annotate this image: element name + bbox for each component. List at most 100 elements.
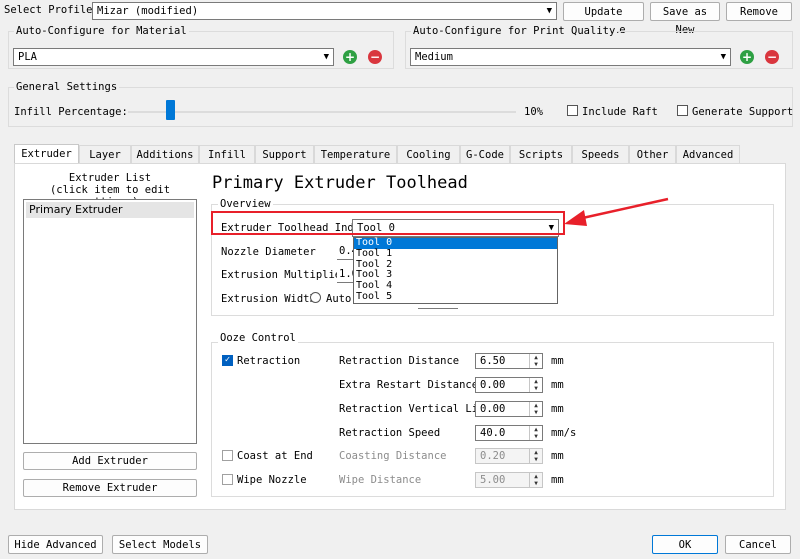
ok-button[interactable]: OK <box>652 535 718 554</box>
save-as-new-button[interactable]: Save as New <box>650 2 720 36</box>
spin-arrows-icon[interactable]: ▲ ▼ <box>529 473 542 487</box>
ooze-row-unit: mm <box>551 355 564 367</box>
tab-temperature[interactable]: Temperature <box>314 145 397 163</box>
remove-quality-icon[interactable]: − <box>765 50 779 64</box>
ooze-row-unit: mm <box>551 379 564 391</box>
profile-label: Select Profile: <box>4 4 99 16</box>
ooze-row-label: Extra Restart Distance <box>339 379 479 391</box>
remove-material-icon[interactable]: − <box>368 50 382 64</box>
annotation-arrow-icon <box>564 197 669 226</box>
extruder-list-title-line1: Extruder List <box>68 172 152 184</box>
chevron-down-icon: ▼ <box>546 6 552 16</box>
spin-arrows-icon[interactable]: ▲ ▼ <box>529 449 542 463</box>
generate-support-checkbox[interactable] <box>677 105 688 116</box>
material-select[interactable]: PLA ▼ <box>13 48 334 66</box>
profile-select[interactable]: Mizar (modified) ▼ <box>92 2 557 20</box>
nozzle-label: Nozzle Diameter <box>221 246 316 258</box>
quality-select[interactable]: Medium ▼ <box>410 48 731 66</box>
infill-label: Infill Percentage: <box>14 106 128 118</box>
width-label: Extrusion Width <box>221 293 316 305</box>
ooze-row-value: 40.0 <box>480 427 506 439</box>
tab-other[interactable]: Other <box>629 145 676 163</box>
ooze-row-label: Wipe Distance <box>339 474 422 486</box>
list-item[interactable]: Primary Extruder <box>26 202 194 218</box>
overview-title: Overview <box>218 198 273 210</box>
hide-advanced-button[interactable]: Hide Advanced <box>8 535 103 554</box>
retraction-label: Retraction <box>237 355 301 367</box>
ooze-row-label: Retraction Speed <box>339 427 441 439</box>
material-group-title: Auto-Configure for Material <box>14 25 189 37</box>
ooze-row-value: 5.00 <box>480 474 506 486</box>
ooze-row-value: 0.20 <box>480 450 506 462</box>
spin-arrows-icon[interactable]: ▲ ▼ <box>529 378 542 392</box>
ooze-row-value: 0.00 <box>480 379 506 391</box>
multiplier-label: Extrusion Multiplier <box>221 269 348 281</box>
ooze-row-unit: mm <box>551 403 564 415</box>
wipe-label: Wipe Nozzle <box>237 474 307 486</box>
include-raft-label: Include Raft <box>582 106 658 118</box>
quality-value: Medium <box>415 51 453 63</box>
quality-group-title: Auto-Configure for Print Quality <box>411 25 618 37</box>
ooze-row-spinbox[interactable]: 6.50 ▲ ▼ <box>475 353 543 369</box>
ooze-row-value: 6.50 <box>480 355 506 367</box>
tab-speeds[interactable]: Speeds <box>572 145 629 163</box>
add-material-icon[interactable]: + <box>343 50 357 64</box>
chevron-down-icon: ▼ <box>323 52 329 62</box>
infill-slider-track <box>128 111 516 113</box>
tab-scripts[interactable]: Scripts <box>510 145 572 163</box>
dropdown-option[interactable]: Tool 5 <box>354 291 557 303</box>
page-title: Primary Extruder Toolhead <box>212 173 468 193</box>
tab-cooling[interactable]: Cooling <box>397 145 460 163</box>
ooze-row-spinbox[interactable]: 0.00 ▲ ▼ <box>475 401 543 417</box>
cancel-button[interactable]: Cancel <box>725 535 791 554</box>
include-raft-checkbox[interactable] <box>567 105 578 116</box>
select-models-button[interactable]: Select Models <box>112 535 208 554</box>
material-value: PLA <box>18 51 37 63</box>
tab-support[interactable]: Support <box>255 145 314 163</box>
ooze-row-unit: mm/s <box>551 427 577 439</box>
retraction-checkbox[interactable]: ✓ <box>222 355 233 366</box>
spin-arrows-icon[interactable]: ▲ ▼ <box>529 426 542 440</box>
ooze-row-label: Retraction Vertical Lift <box>339 403 491 415</box>
ooze-row-unit: mm <box>551 474 564 486</box>
width-auto-label: Auto <box>326 293 352 305</box>
profile-value: Mizar (modified) <box>97 5 199 17</box>
spin-arrows-icon[interactable]: ▲ ▼ <box>529 402 542 416</box>
chevron-down-icon: ▼ <box>720 52 726 62</box>
ooze-row-spinbox[interactable]: 0.20 ▲ ▼ <box>475 448 543 464</box>
ooze-row-spinbox[interactable]: 5.00 ▲ ▼ <box>475 472 543 488</box>
remove-profile-button[interactable]: Remove <box>726 2 792 21</box>
infill-slider-thumb[interactable] <box>165 100 175 120</box>
wipe-checkbox[interactable] <box>222 474 233 485</box>
update-profile-button[interactable]: Update Profile <box>563 2 644 36</box>
tab-gcode[interactable]: G-Code <box>460 145 510 163</box>
tab-extruder[interactable]: Extruder <box>14 144 79 164</box>
ooze-row-spinbox[interactable]: 40.0 ▲ ▼ <box>475 425 543 441</box>
ooze-row-value: 0.00 <box>480 403 506 415</box>
coast-label: Coast at End <box>237 450 313 462</box>
coast-checkbox[interactable] <box>222 450 233 461</box>
annotation-highlight-box <box>211 211 565 235</box>
extruder-listbox[interactable]: Primary Extruder <box>23 199 197 444</box>
tab-additions[interactable]: Additions <box>131 145 199 163</box>
dropdown-option[interactable]: Tool 1 <box>354 248 557 260</box>
remove-extruder-button[interactable]: Remove Extruder <box>23 479 197 497</box>
tab-advanced[interactable]: Advanced <box>676 145 740 163</box>
tab-layer[interactable]: Layer <box>79 145 131 163</box>
spin-arrows-icon[interactable]: ▲ ▼ <box>529 354 542 368</box>
generate-support-label: Generate Support <box>692 106 794 118</box>
add-extruder-button[interactable]: Add Extruder <box>23 452 197 470</box>
dropdown-options: Tool 0 Tool 1 Tool 2 Tool 3 Tool 4 Tool 5 <box>354 237 557 303</box>
width-input-partial[interactable] <box>418 304 458 309</box>
ooze-row-unit: mm <box>551 450 564 462</box>
infill-value: 10% <box>524 106 543 118</box>
general-group-title: General Settings <box>14 81 120 93</box>
ooze-row-label: Retraction Distance <box>339 355 460 367</box>
add-quality-icon[interactable]: + <box>740 50 754 64</box>
ooze-title: Ooze Control <box>218 332 298 344</box>
ooze-row-spinbox[interactable]: 0.00 ▲ ▼ <box>475 377 543 393</box>
toolhead-dropdown-list[interactable]: Tool 0 Tool 1 Tool 2 Tool 3 Tool 4 Tool 5 <box>353 237 558 304</box>
ooze-row-label: Coasting Distance <box>339 450 447 462</box>
width-auto-radio[interactable] <box>310 292 321 303</box>
tab-infill[interactable]: Infill <box>199 145 255 163</box>
